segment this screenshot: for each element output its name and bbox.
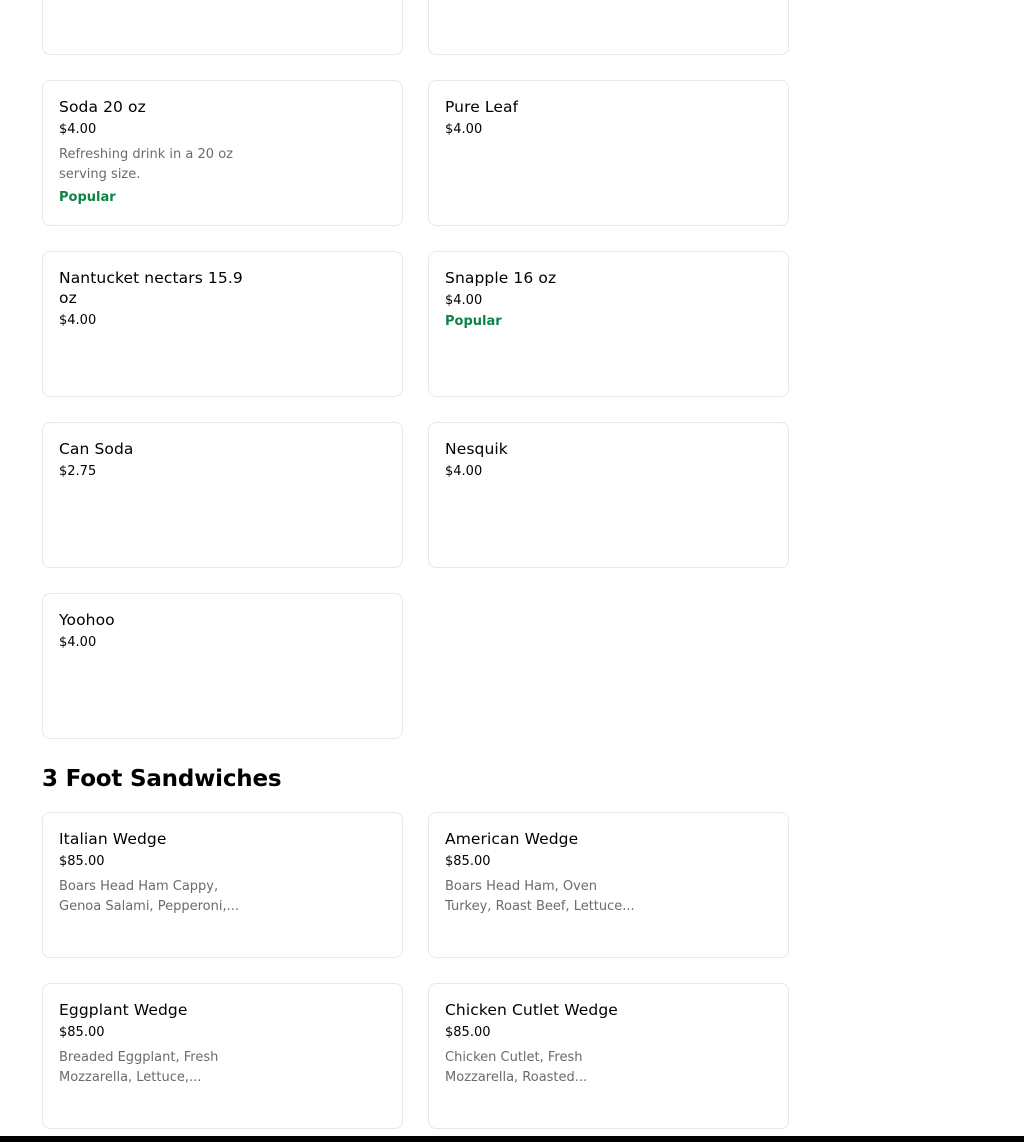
item-price: $2.75 [59, 464, 97, 479]
menu-item-card[interactable]: Eggplant Wedge $85.00 Breaded Eggplant, … [42, 983, 403, 1129]
menu-item-card[interactable]: American Wedge $85.00 Boars Head Ham, Ov… [428, 812, 789, 958]
menu-item-card[interactable]: Snapple 16 oz $4.00 Popular [428, 251, 789, 397]
item-description: Boars Head Ham Cappy, Genoa Salami, Pepp… [59, 879, 239, 914]
item-description: Breaded Eggplant, Fresh Mozzarella, Lett… [59, 1050, 219, 1085]
item-description: Refreshing drink in a 20 oz serving size… [59, 147, 233, 182]
item-price: $85.00 [445, 854, 491, 869]
section-title: 3 Foot Sandwiches [42, 766, 282, 792]
item-price: $4.00 [59, 122, 97, 137]
menu-item-card[interactable]: Nantucket nectars 15.9 oz $4.00 [42, 251, 403, 397]
item-price: $4.00 [59, 635, 97, 650]
item-price: $4.00 [445, 122, 483, 137]
menu-item-card[interactable]: Chicken Cutlet Wedge $85.00 Chicken Cutl… [428, 983, 789, 1129]
menu-item-card[interactable]: Italian Wedge $85.00 Boars Head Ham Capp… [42, 812, 403, 958]
item-description: Chicken Cutlet, Fresh Mozzarella, Roaste… [445, 1050, 588, 1085]
popular-badge: Popular [59, 190, 116, 205]
item-price: $85.00 [59, 854, 105, 869]
item-description: Boars Head Ham, Oven Turkey, Roast Beef,… [445, 879, 635, 914]
item-name: Can Soda [59, 440, 134, 458]
menu-page: Soda 20 oz $4.00 Refreshing drink in a 2… [0, 0, 1024, 1142]
item-name: American Wedge [445, 830, 579, 848]
menu-item-card[interactable]: Can Soda $2.75 [42, 422, 403, 568]
item-name: Snapple 16 oz [445, 269, 557, 287]
item-name: Pure Leaf [445, 98, 519, 116]
bottom-bar [0, 1136, 1024, 1142]
item-price: $4.00 [59, 313, 97, 328]
menu-item-card[interactable]: Yoohoo $4.00 [42, 593, 403, 739]
item-price: $85.00 [59, 1025, 105, 1040]
item-price: $85.00 [445, 1025, 491, 1040]
menu-item-card[interactable] [42, 0, 403, 55]
item-name: Nantucket nectars 15.9 oz [59, 269, 243, 307]
item-name: Chicken Cutlet Wedge [445, 1001, 618, 1019]
menu-item-card[interactable]: Nesquik $4.00 [428, 422, 789, 568]
item-name: Italian Wedge [59, 830, 167, 848]
item-price: $4.00 [445, 293, 483, 308]
menu-item-card[interactable]: Soda 20 oz $4.00 Refreshing drink in a 2… [42, 80, 403, 226]
item-name: Nesquik [445, 440, 508, 458]
menu-item-card[interactable] [428, 0, 789, 55]
item-price: $4.00 [445, 464, 483, 479]
item-name: Yoohoo [59, 611, 115, 629]
popular-badge: Popular [445, 314, 502, 329]
menu-item-card[interactable]: Pure Leaf $4.00 [428, 80, 789, 226]
item-name: Soda 20 oz [59, 98, 146, 116]
item-name: Eggplant Wedge [59, 1001, 188, 1019]
